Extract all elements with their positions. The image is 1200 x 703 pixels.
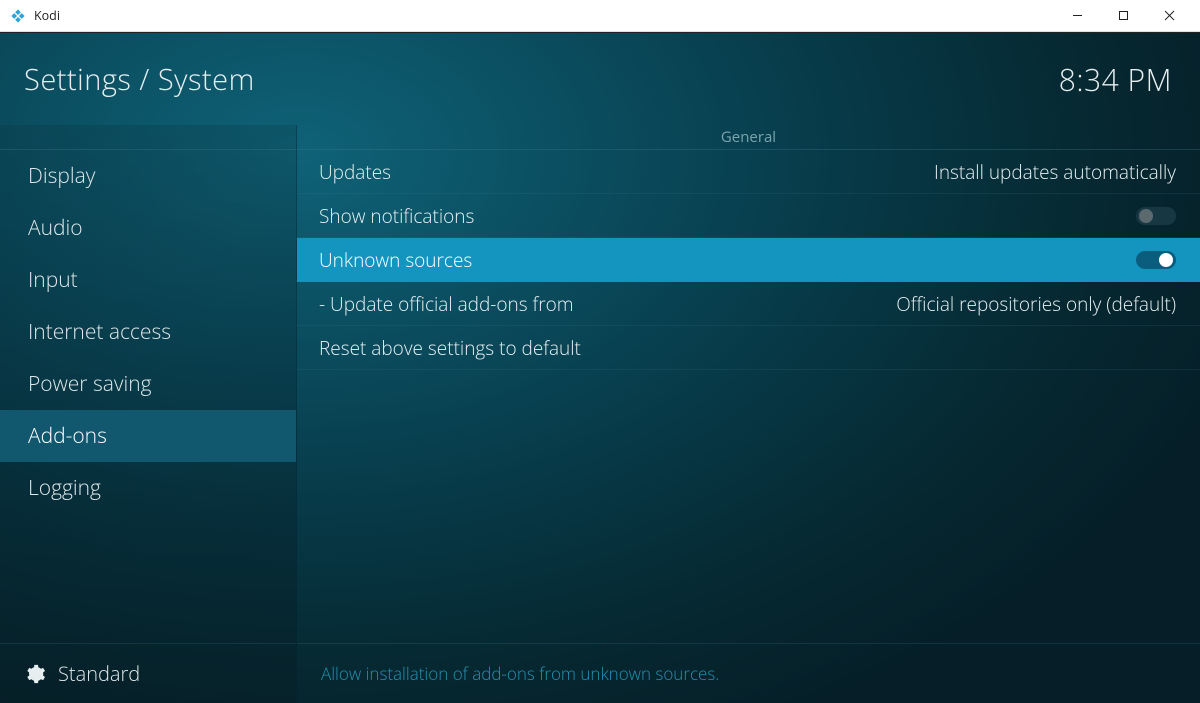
- setting-label: Show notifications: [319, 203, 474, 229]
- sidebar-item-display[interactable]: Display: [0, 150, 296, 202]
- setting-value: Official repositories only (default): [896, 291, 1176, 317]
- sidebar-item-label: Internet access: [28, 318, 171, 346]
- settings-content: General Updates Install updates automatic…: [297, 125, 1200, 703]
- setting-row-updates[interactable]: Updates Install updates automatically: [297, 150, 1200, 194]
- sidebar-item-internet-access[interactable]: Internet access: [0, 306, 296, 358]
- toggle-knob: [1159, 253, 1173, 267]
- setting-description: Allow installation of add-ons from unkno…: [297, 643, 1200, 703]
- clock: 8:34 PM: [1059, 59, 1172, 100]
- setting-label: - Update official add-ons from: [319, 291, 574, 317]
- setting-value: Install updates automatically: [934, 159, 1176, 185]
- sidebar-item-add-ons[interactable]: Add-ons: [0, 410, 296, 462]
- setting-label: Unknown sources: [319, 247, 472, 273]
- setting-label: Updates: [319, 159, 391, 185]
- setting-row-reset-above-settings-to-default[interactable]: Reset above settings to default: [297, 326, 1200, 370]
- window-maximize-button[interactable]: [1100, 0, 1146, 32]
- sidebar-item-label: Audio: [28, 214, 83, 242]
- breadcrumb[interactable]: Settings / System: [24, 60, 255, 99]
- window-titlebar: Kodi: [0, 0, 1200, 32]
- gear-icon: [24, 663, 46, 685]
- app-header: Settings / System 8:34 PM: [0, 33, 1200, 125]
- sidebar-item-input[interactable]: Input: [0, 254, 296, 306]
- sidebar-item-label: Input: [28, 266, 78, 294]
- window-title: Kodi: [34, 7, 60, 24]
- sidebar-item-logging[interactable]: Logging: [0, 462, 296, 514]
- sidebar-top-divider: [0, 125, 296, 150]
- settings-level-button[interactable]: Standard: [0, 643, 296, 703]
- sidebar-item-audio[interactable]: Audio: [0, 202, 296, 254]
- sidebar-item-label: Power saving: [28, 370, 152, 398]
- setting-row-unknown-sources[interactable]: Unknown sources: [297, 238, 1200, 282]
- setting-row-show-notifications[interactable]: Show notifications: [297, 194, 1200, 238]
- sidebar-item-label: Add-ons: [28, 422, 107, 450]
- sidebar-item-power-saving[interactable]: Power saving: [0, 358, 296, 410]
- toggle-switch[interactable]: [1136, 251, 1176, 269]
- settings-level-label: Standard: [58, 660, 140, 687]
- settings-sidebar: Display Audio Input Internet access Power sa…: [0, 125, 297, 703]
- toggle-knob: [1139, 209, 1153, 223]
- setting-label: Reset above settings to default: [319, 335, 581, 361]
- sidebar-item-label: Display: [28, 162, 95, 190]
- kodi-app-icon: [10, 8, 26, 24]
- window-minimize-button[interactable]: [1054, 0, 1100, 32]
- window-close-button[interactable]: [1146, 0, 1192, 32]
- section-header: General: [297, 125, 1200, 150]
- sidebar-item-label: Logging: [28, 474, 101, 502]
- toggle-switch[interactable]: [1136, 207, 1176, 225]
- kodi-app: Settings / System 8:34 PM Display Audio In…: [0, 32, 1200, 703]
- setting-row-update-official-add-ons-from[interactable]: - Update official add-ons from Official r…: [297, 282, 1200, 326]
